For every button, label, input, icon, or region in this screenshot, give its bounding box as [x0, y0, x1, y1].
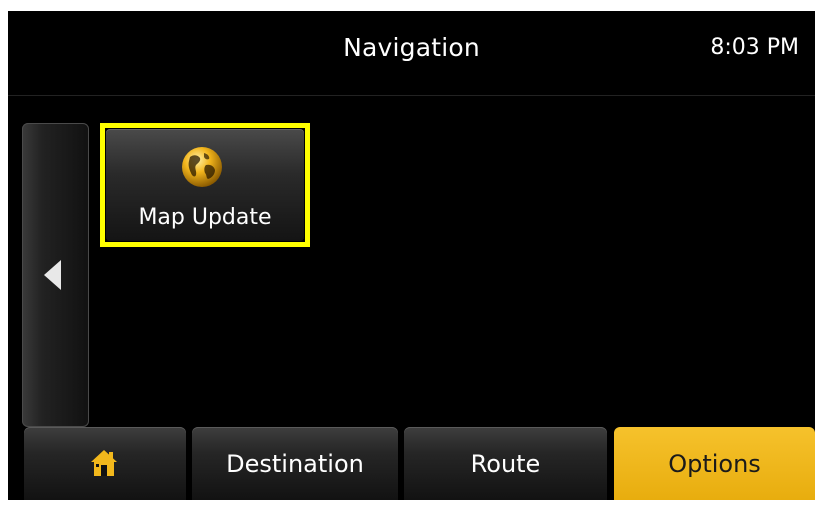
map-update-label: Map Update — [138, 205, 272, 230]
bottom-tab-bar: Destination Route Options — [8, 427, 815, 500]
map-update-button[interactable]: Map Update — [106, 129, 304, 241]
tab-destination[interactable]: Destination — [192, 427, 398, 500]
clock: 8:03 PM — [710, 35, 799, 60]
globe-icon — [182, 147, 222, 187]
tab-options[interactable]: Options — [614, 427, 815, 500]
tab-route-label: Route — [470, 450, 541, 478]
home-icon — [91, 450, 117, 476]
header-bar: Navigation 8:03 PM — [8, 11, 815, 96]
tab-options-label: Options — [668, 450, 761, 478]
tab-home[interactable] — [24, 427, 186, 500]
tab-route[interactable]: Route — [404, 427, 607, 500]
left-arrow-icon — [44, 260, 61, 290]
back-button[interactable] — [22, 123, 89, 427]
tab-destination-label: Destination — [226, 450, 364, 478]
page-title: Navigation — [343, 33, 480, 62]
navigation-screen: Navigation 8:03 PM Map Update Destinatio… — [8, 11, 815, 500]
